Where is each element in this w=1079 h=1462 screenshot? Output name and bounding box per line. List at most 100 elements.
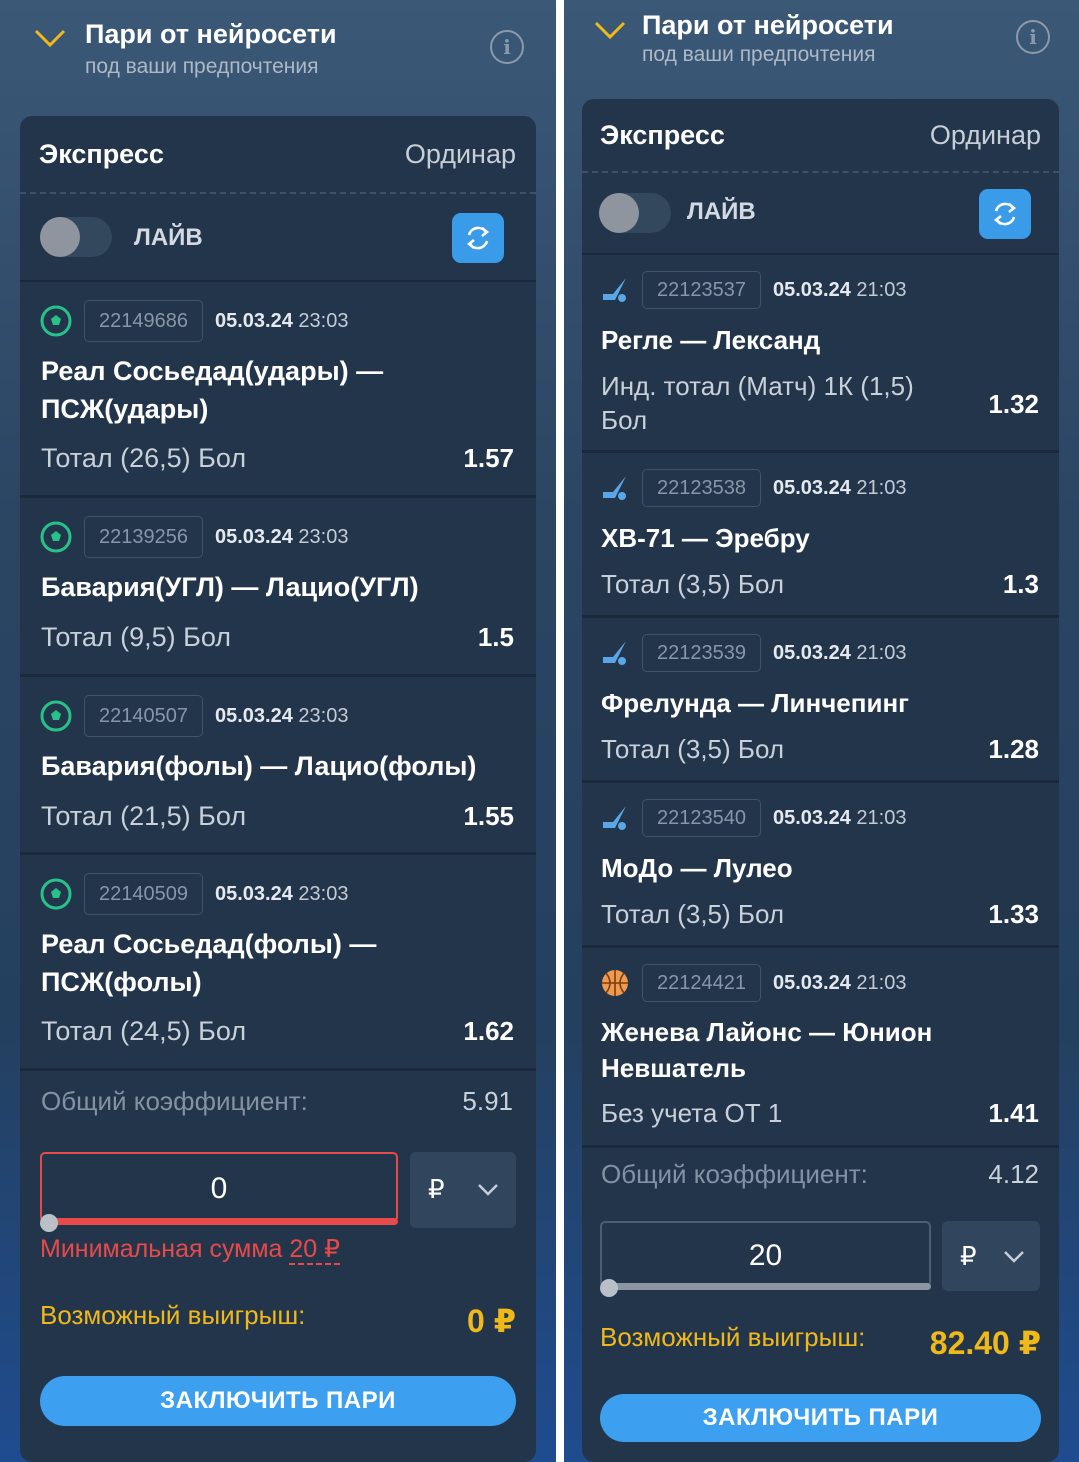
min-sum-text: Минимальная сумма (40, 1235, 290, 1263)
refresh-button[interactable] (452, 213, 504, 263)
event-teams: Реал Сосьедад(фолы) — ПСЖ(фолы) (41, 929, 377, 997)
event-datetime: 05.03.24 23:03 (214, 309, 349, 332)
event-item[interactable]: 22123538 05.03.24 21:03 ХВ-71 — Эребру Т… (582, 453, 1059, 618)
chevron-down-icon[interactable] (594, 20, 626, 40)
soccer-ball-icon (40, 700, 72, 732)
event-datetime: 05.03.24 21:03 (772, 641, 907, 664)
event-datetime: 05.03.24 21:03 (772, 476, 907, 499)
event-item[interactable]: 22123540 05.03.24 21:03 МоДо — Лулео Тот… (582, 783, 1059, 948)
chevron-down-icon[interactable] (34, 28, 66, 48)
event-meta: 22140507 05.03.24 23:03 (40, 695, 348, 737)
total-odds-row: Общий коэффициент: 5.91 (41, 1086, 513, 1117)
event-item[interactable]: 22123537 05.03.24 21:03 Регле — Лександ … (582, 255, 1059, 453)
bet-type-tabs: Экспресс Ординар (582, 99, 1059, 173)
panel-header[interactable]: Пари от нейросети под ваши предпочтения … (564, 0, 1079, 110)
event-id: 22123538 (642, 469, 761, 507)
event-meta: 22139256 05.03.24 23:03 (40, 516, 348, 558)
hockey-stick-icon (603, 641, 626, 665)
live-toggle[interactable] (599, 193, 671, 233)
possible-win-label: Возможный выигрыш: (600, 1322, 866, 1352)
soccer-ball-icon (40, 305, 72, 337)
event-item[interactable]: 22139256 05.03.24 23:03 Бавария(УГЛ) — Л… (20, 498, 536, 677)
live-row: ЛАЙВ (20, 194, 536, 282)
place-bet-button[interactable]: ЗАКЛЮЧИТЬ ПАРИ (40, 1376, 516, 1426)
event-teams: Женева Лайонс — Юнион Невшатель (601, 1017, 933, 1083)
tab-express[interactable]: Экспресс (39, 116, 164, 192)
event-market: Тотал (3,5) Бол (601, 899, 785, 929)
chevron-down-icon (1004, 1251, 1024, 1263)
tab-single[interactable]: Ординар (405, 116, 516, 192)
event-market: Тотал (3,5) Бол (601, 734, 785, 764)
event-id: 22123540 (642, 799, 761, 837)
event-item[interactable]: 22123539 05.03.24 21:03 Фрелунда — Линче… (582, 618, 1059, 783)
event-id: 22139256 (84, 516, 203, 558)
live-label: ЛАЙВ (134, 224, 203, 251)
bet-type-tabs: Экспресс Ординар (20, 116, 536, 194)
panel-title: Пари от нейросети (642, 10, 894, 40)
refresh-button[interactable] (979, 189, 1031, 239)
currency-select[interactable]: ₽ (942, 1221, 1040, 1291)
event-market: Тотал (21,5) Бол (41, 801, 247, 831)
live-toggle[interactable] (40, 217, 112, 257)
event-id: 22140509 (84, 873, 203, 915)
panel-header[interactable]: Пари от нейросети под ваши предпочтения … (0, 0, 556, 110)
bet-card: Экспресс Ординар ЛАЙВ 22149686 05.03.24 … (20, 116, 536, 1462)
stake-input[interactable]: 20 (600, 1221, 931, 1287)
total-odds-row: Общий коэффициент: 4.12 (601, 1159, 1039, 1190)
event-meta: 22149686 05.03.24 23:03 (40, 300, 348, 342)
event-market: Тотал (24,5) Бол (41, 1016, 247, 1046)
info-icon[interactable]: i (1016, 20, 1050, 54)
total-odds-label: Общий коэффициент: (601, 1159, 868, 1189)
toggle-knob (40, 217, 80, 257)
stake-slider[interactable] (602, 1283, 931, 1290)
slider-handle[interactable] (600, 1279, 618, 1297)
total-odds-label: Общий коэффициент: (41, 1086, 308, 1116)
event-odd: 1.32 (988, 389, 1039, 419)
right-panel: Пари от нейросети под ваши предпочтения … (564, 0, 1079, 1462)
tab-express[interactable]: Экспресс (600, 99, 725, 171)
soccer-ball-icon (40, 521, 72, 553)
slider-handle[interactable] (40, 1214, 58, 1232)
place-bet-button[interactable]: ЗАКЛЮЧИТЬ ПАРИ (600, 1394, 1041, 1442)
chevron-down-icon (478, 1184, 498, 1196)
event-datetime: 05.03.24 23:03 (214, 882, 349, 905)
event-datetime: 05.03.24 21:03 (772, 806, 907, 829)
possible-win-value: 82.40 ₽ (929, 1325, 1041, 1361)
tab-single[interactable]: Ординар (930, 99, 1041, 171)
total-odds-value: 5.91 (462, 1086, 513, 1116)
event-odd: 1.57 (463, 443, 514, 473)
currency-select[interactable]: ₽ (410, 1152, 516, 1228)
event-teams: ХВ-71 — Эребру (601, 523, 810, 553)
info-icon[interactable]: i (490, 30, 524, 64)
event-odd: 1.28 (988, 734, 1039, 764)
event-item[interactable]: 22149686 05.03.24 23:03 Реал Сосьедад(уд… (20, 282, 536, 498)
hockey-stick-icon (603, 278, 626, 302)
event-odd: 1.55 (463, 801, 514, 831)
stake-input[interactable]: 0 (40, 1152, 398, 1222)
event-item[interactable]: 22124421 05.03.24 21:03 Женева Лайонс — … (582, 948, 1059, 1148)
event-odd: 1.41 (988, 1098, 1039, 1128)
currency-symbol: ₽ (428, 1174, 445, 1204)
left-panel: Пари от нейросети под ваши предпочтения … (0, 0, 556, 1462)
event-teams: Регле — Лександ (601, 325, 821, 355)
event-id: 22123537 (642, 271, 761, 309)
event-teams: МоДо — Лулео (601, 853, 793, 883)
event-datetime: 05.03.24 21:03 (772, 278, 907, 301)
event-item[interactable]: 22140509 05.03.24 23:03 Реал Сосьедад(фо… (20, 855, 536, 1071)
stake-slider[interactable] (42, 1218, 398, 1225)
basketball-icon (602, 970, 628, 996)
event-market: Тотал (26,5) Бол (41, 443, 247, 473)
event-id: 22140507 (84, 695, 203, 737)
bet-card: Экспресс Ординар ЛАЙВ 22123537 05.03.24 … (582, 99, 1059, 1462)
event-id: 22123539 (642, 634, 761, 672)
event-datetime: 05.03.24 23:03 (214, 525, 349, 548)
panel-subtitle: под ваши предпочтения (642, 43, 876, 66)
event-odd: 1.3 (1002, 569, 1039, 599)
event-id: 22149686 (84, 300, 203, 342)
possible-win-value: 0 ₽ (467, 1303, 516, 1339)
min-sum-warning: Минимальная сумма 20 ₽ (40, 1234, 341, 1265)
min-sum-value[interactable]: 20 ₽ (289, 1235, 341, 1265)
event-item[interactable]: 22140507 05.03.24 23:03 Бавария(фолы) — … (20, 677, 536, 855)
event-odd: 1.33 (988, 899, 1039, 929)
event-market: Тотал (9,5) Бол (41, 622, 232, 652)
